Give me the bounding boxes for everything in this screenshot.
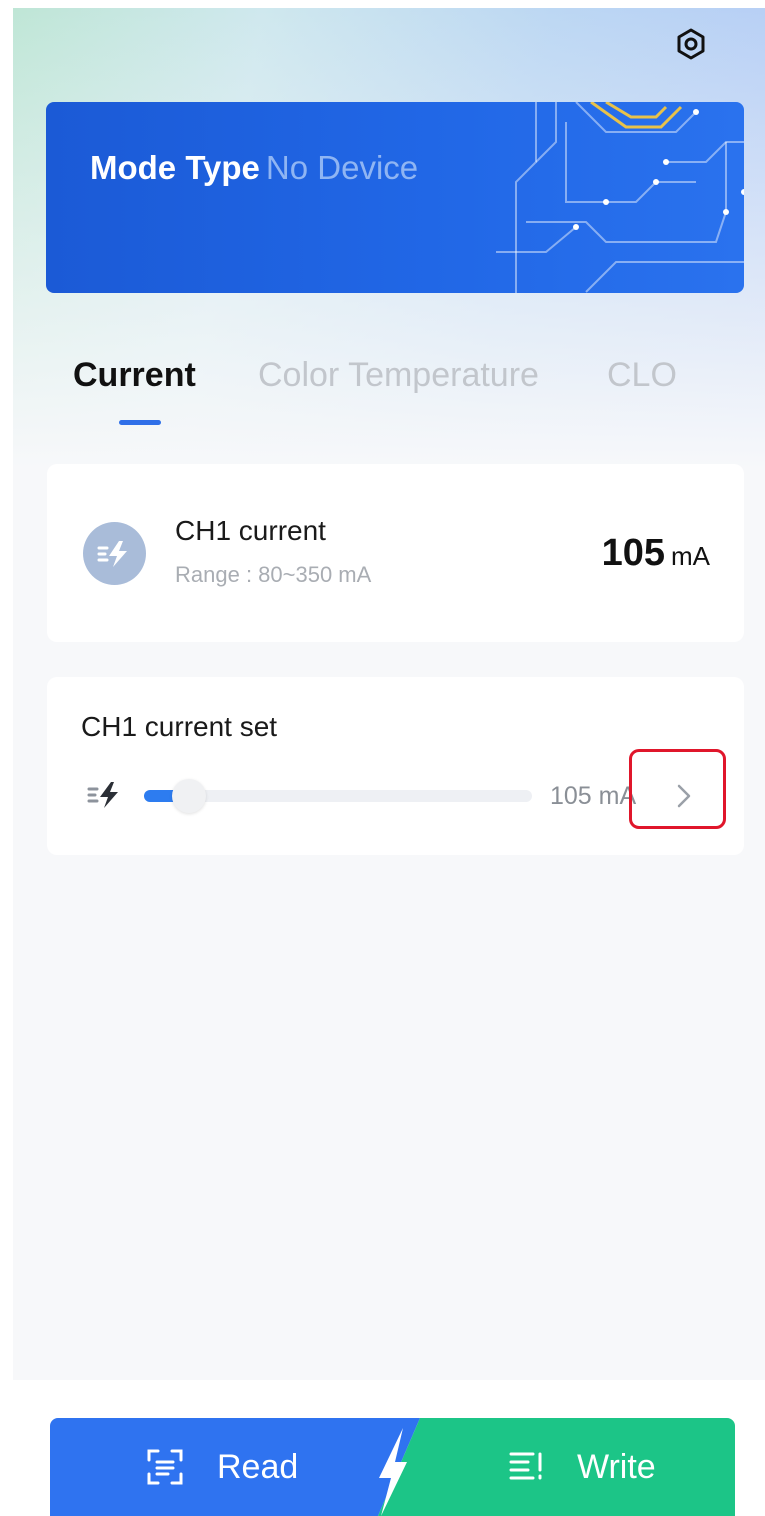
settings-hex-icon	[677, 28, 705, 60]
ch1-current-range: Range : 80~350 mA	[175, 562, 372, 587]
read-button-label: Read	[217, 1448, 299, 1486]
ch1-current-set-card: CH1 current set 105 mA	[47, 677, 744, 855]
slider-thumb[interactable]	[172, 779, 206, 813]
ch1-current-value: 105 mA	[602, 532, 710, 575]
ch1-current-number: 105	[601, 532, 665, 574]
tab-clo[interactable]: CLO	[607, 354, 677, 396]
mode-type-text: Mode Type No Device	[90, 148, 418, 188]
write-button[interactable]: Write	[378, 1418, 735, 1516]
tab-current[interactable]: Current	[73, 354, 196, 396]
tab-color-temperature[interactable]: Color Temperature	[258, 354, 539, 396]
ch1-current-card: CH1 current Range : 80~350 mA 105 mA	[47, 464, 744, 642]
write-button-label: Write	[577, 1448, 656, 1486]
current-slider[interactable]	[144, 779, 532, 813]
ch1-current-unit: mA	[671, 541, 710, 571]
scan-icon	[146, 1448, 184, 1486]
bolt-divider-icon	[379, 1428, 407, 1516]
mode-type-label: Mode Type	[90, 149, 260, 186]
ch1-current-set-value: 105 mA	[550, 782, 637, 810]
settings-button[interactable]	[671, 24, 711, 64]
app-screen: Mode Type No Device Current Color Tempera…	[13, 8, 765, 1516]
circuit-decoration	[496, 102, 744, 293]
mode-type-value: No Device	[265, 149, 419, 186]
lightning-icon	[83, 522, 146, 585]
read-button[interactable]: Read	[50, 1418, 420, 1516]
ch1-current-title: CH1 current	[175, 515, 326, 546]
active-tab-indicator	[119, 420, 161, 425]
write-list-icon	[509, 1452, 542, 1480]
mode-banner: Mode Type No Device	[46, 102, 744, 293]
chevron-right-icon[interactable]	[669, 778, 699, 814]
bottom-action-bar: Read Write	[13, 1380, 765, 1516]
lightning-speed-icon	[87, 782, 118, 808]
ch1-current-set-title: CH1 current set	[81, 711, 278, 742]
